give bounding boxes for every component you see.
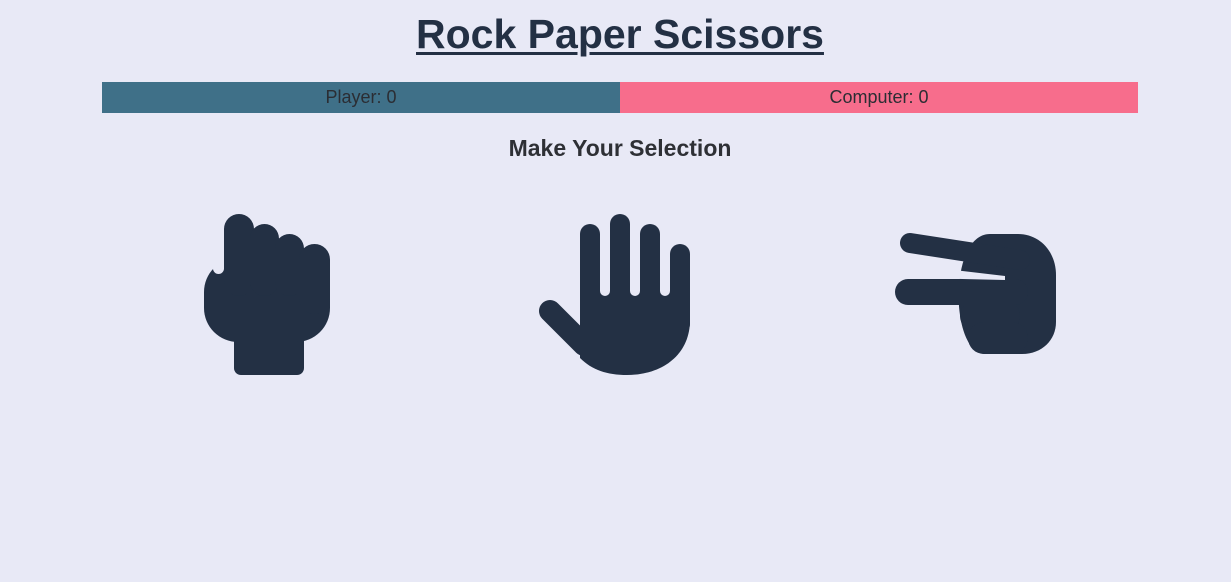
fist-icon	[204, 214, 330, 375]
open-hand-icon	[539, 214, 690, 375]
scoreboard: Player: 0 Computer: 0	[102, 82, 1138, 113]
selection-prompt: Make Your Selection	[508, 135, 732, 161]
scissors-hand-icon	[895, 233, 1056, 354]
computer-score: Computer: 0	[620, 82, 1138, 113]
page-title: Rock Paper Scissors	[416, 11, 824, 57]
rock-button[interactable]	[195, 210, 340, 380]
paper-button[interactable]	[532, 210, 697, 380]
scissors-button[interactable]	[890, 210, 1065, 380]
player-score: Player: 0	[102, 82, 620, 113]
